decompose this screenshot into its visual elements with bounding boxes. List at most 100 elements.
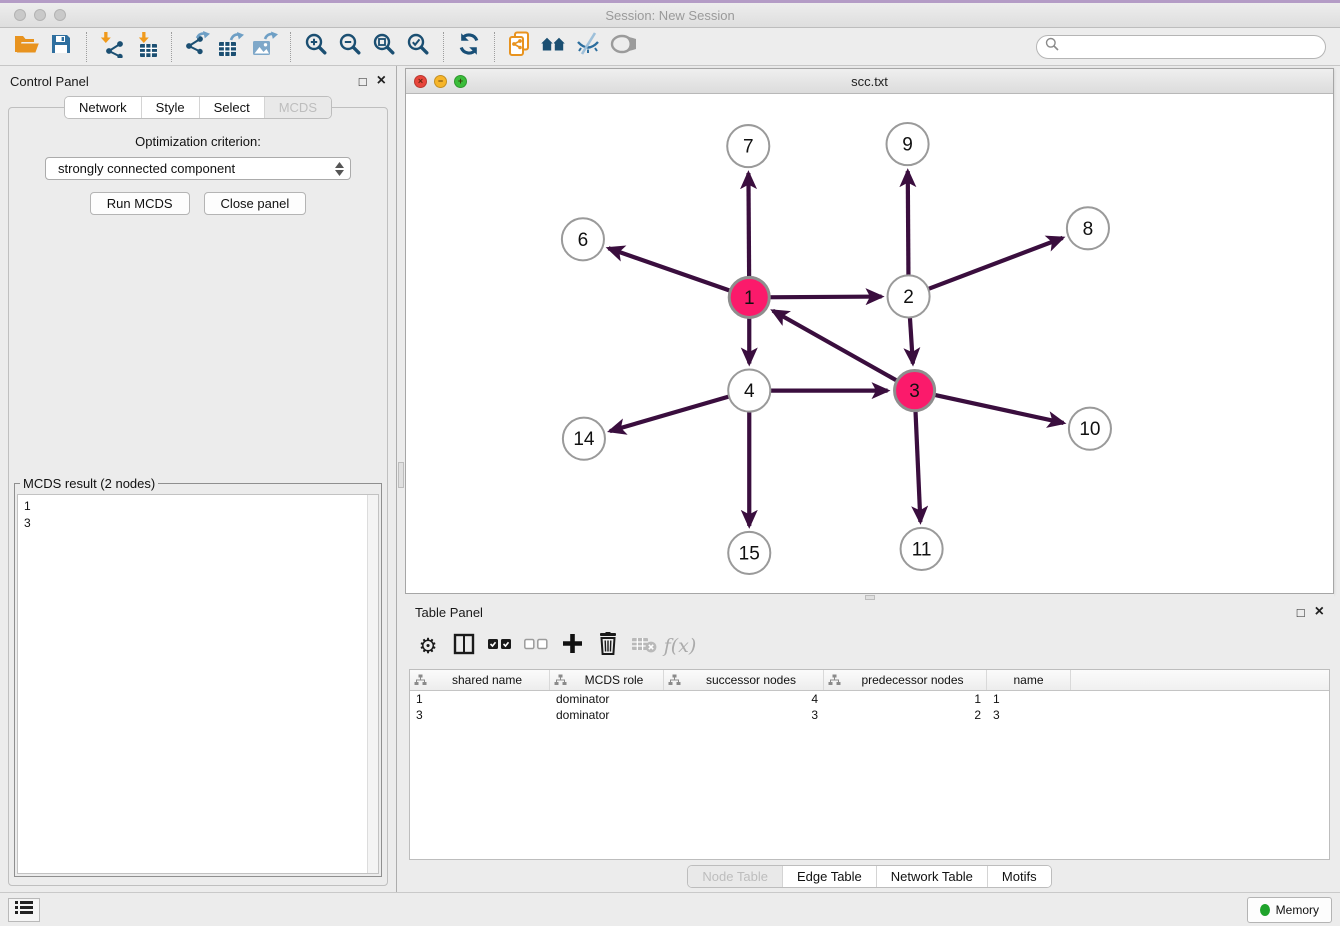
zoom-out-button[interactable]	[333, 31, 367, 63]
unselect-all-columns-button[interactable]	[521, 631, 551, 661]
panel-splitter[interactable]	[396, 66, 405, 892]
function-builder-button[interactable]: f(x)	[665, 631, 695, 661]
task-history-button[interactable]	[8, 898, 40, 922]
graph-node-3[interactable]: 3	[895, 371, 935, 411]
show-graphics-button[interactable]	[605, 31, 639, 63]
graph-node-8[interactable]: 8	[1067, 207, 1109, 249]
result-scrollbar[interactable]	[367, 495, 378, 873]
mcds-result-area: 13	[17, 494, 379, 874]
zoom-selected-icon	[405, 31, 431, 62]
table-row[interactable]: 1dominator411	[410, 691, 1329, 707]
export-network-button[interactable]	[180, 31, 214, 63]
graph-node-6[interactable]: 6	[562, 218, 604, 260]
graph-node-10[interactable]: 10	[1069, 408, 1111, 450]
table-tab-network-table[interactable]: Network Table	[877, 866, 988, 887]
delete-table-button[interactable]	[629, 631, 659, 661]
network-window-title: scc.txt	[406, 74, 1333, 89]
export-image-button[interactable]	[248, 31, 282, 63]
table-cell[interactable]: 1	[824, 691, 987, 707]
table-tab-edge-table[interactable]: Edge Table	[783, 866, 877, 887]
export-table-button[interactable]	[214, 31, 248, 63]
table-cell[interactable]: 1	[987, 691, 1071, 707]
open-session-button[interactable]	[10, 31, 44, 63]
graph-node-2[interactable]: 2	[888, 275, 930, 317]
mcds-result-list: 13	[18, 495, 367, 873]
export-network-icon	[184, 31, 210, 63]
hide-graphics-button[interactable]	[571, 31, 605, 63]
table-cell[interactable]: 3	[410, 707, 550, 723]
reset-view-button[interactable]	[537, 31, 571, 63]
import-network-button[interactable]	[95, 31, 129, 63]
graph-edge-3-1[interactable]	[773, 311, 915, 391]
graph-node-7[interactable]: 7	[727, 125, 769, 167]
apply-layout-button[interactable]	[452, 31, 486, 63]
table-tab-motifs[interactable]: Motifs	[988, 866, 1051, 887]
clone-network-button[interactable]	[503, 31, 537, 63]
table-header-row: shared nameMCDS rolesuccessor nodesprede…	[410, 670, 1329, 691]
optimization-criterion-label: Optimization criterion:	[9, 134, 387, 149]
float-panel-icon[interactable]: □	[1297, 606, 1305, 619]
table-settings-button[interactable]: ⚙	[413, 631, 443, 661]
float-panel-icon[interactable]: □	[359, 75, 367, 88]
close-panel-icon[interactable]: ×	[377, 73, 386, 89]
table-cell[interactable]: 1	[410, 691, 550, 707]
graph-node-14[interactable]: 14	[563, 418, 605, 460]
save-session-button[interactable]	[44, 31, 78, 63]
criterion-select[interactable]: strongly connected component	[45, 157, 351, 180]
select-all-columns-button[interactable]	[485, 631, 515, 661]
tab-mcds[interactable]: MCDS	[265, 97, 331, 118]
close-panel-icon[interactable]: ×	[1315, 604, 1324, 620]
graph-node-1[interactable]: 1	[729, 277, 769, 317]
table-cell[interactable]: 2	[824, 707, 987, 723]
show-columns-button[interactable]	[449, 631, 479, 661]
network-canvas[interactable]: 7 9 6 8 1 2 4 3 14 10 15 11	[406, 94, 1333, 593]
tab-style[interactable]: Style	[142, 97, 200, 118]
graph-node-11[interactable]: 11	[901, 528, 943, 570]
node-table: shared nameMCDS rolesuccessor nodesprede…	[409, 669, 1330, 860]
table-row[interactable]: 3dominator323	[410, 707, 1329, 723]
column-header-successor-nodes[interactable]: successor nodes	[664, 670, 824, 690]
column-header-name[interactable]: name	[987, 670, 1071, 690]
table-body: 1dominator4113dominator323	[410, 691, 1329, 723]
memory-button[interactable]: Memory	[1247, 897, 1332, 923]
graph-node-label: 15	[739, 543, 760, 564]
table-tab-node-table[interactable]: Node Table	[688, 866, 783, 887]
close-panel-button[interactable]: Close panel	[204, 192, 307, 215]
table-cell[interactable]: 3	[664, 707, 824, 723]
graph-node-label: 9	[902, 135, 913, 156]
graph-edge-3-10[interactable]	[915, 391, 1064, 423]
toolbar-separator	[494, 32, 495, 62]
tab-select[interactable]: Select	[200, 97, 265, 118]
export-table-icon	[217, 31, 245, 63]
table-cell[interactable]: dominator	[550, 707, 664, 723]
trash-icon	[598, 632, 618, 660]
splitter-grip[interactable]	[865, 595, 875, 600]
column-header-MCDS-role[interactable]: MCDS role	[550, 670, 664, 690]
table-cell[interactable]: 3	[987, 707, 1071, 723]
graph-edge-1-6[interactable]	[608, 248, 749, 297]
zoom-fit-button[interactable]	[367, 31, 401, 63]
graph-node-9[interactable]: 9	[887, 123, 929, 165]
graph-edge-2-8[interactable]	[909, 238, 1063, 297]
splitter-grip[interactable]	[398, 462, 404, 488]
table-panel-splitter[interactable]	[405, 594, 1334, 601]
table-cell[interactable]: dominator	[550, 691, 664, 707]
list-icon	[15, 900, 33, 920]
tree-column-icon	[828, 674, 841, 686]
graph-node-label: 3	[909, 381, 920, 402]
graph-node-4[interactable]: 4	[728, 370, 770, 412]
search-box[interactable]	[1036, 35, 1326, 59]
import-table-button[interactable]	[129, 31, 163, 63]
run-mcds-button[interactable]: Run MCDS	[90, 192, 190, 215]
delete-column-button[interactable]	[593, 631, 623, 661]
graph-node-15[interactable]: 15	[728, 532, 770, 574]
column-header-shared-name[interactable]: shared name	[410, 670, 550, 690]
table-cell[interactable]: 4	[664, 691, 824, 707]
column-header-predecessor-nodes[interactable]: predecessor nodes	[824, 670, 987, 690]
zoom-in-button[interactable]	[299, 31, 333, 63]
tab-network[interactable]: Network	[65, 97, 142, 118]
add-column-button[interactable]	[557, 631, 587, 661]
tree-column-icon	[668, 674, 681, 686]
zoom-selected-button[interactable]	[401, 31, 435, 63]
search-input[interactable]	[1064, 40, 1317, 54]
